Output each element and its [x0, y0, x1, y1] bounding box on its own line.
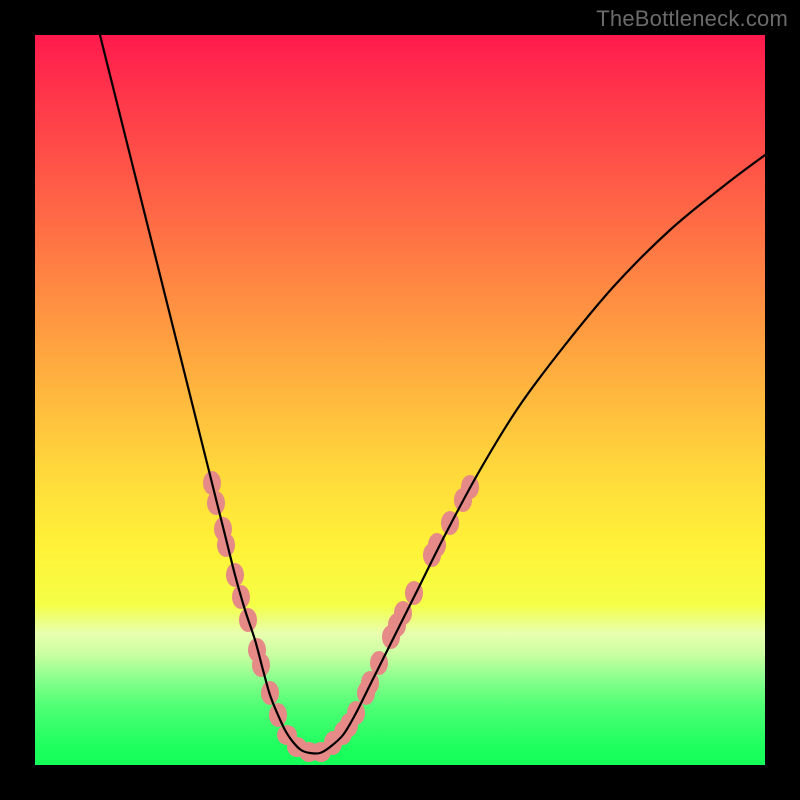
plot-area — [35, 35, 765, 765]
markers-group — [203, 471, 479, 762]
bottleneck-curve — [95, 15, 765, 754]
chart-frame: TheBottleneck.com — [0, 0, 800, 800]
curve-svg — [35, 35, 765, 765]
watermark-label: TheBottleneck.com — [596, 6, 788, 32]
